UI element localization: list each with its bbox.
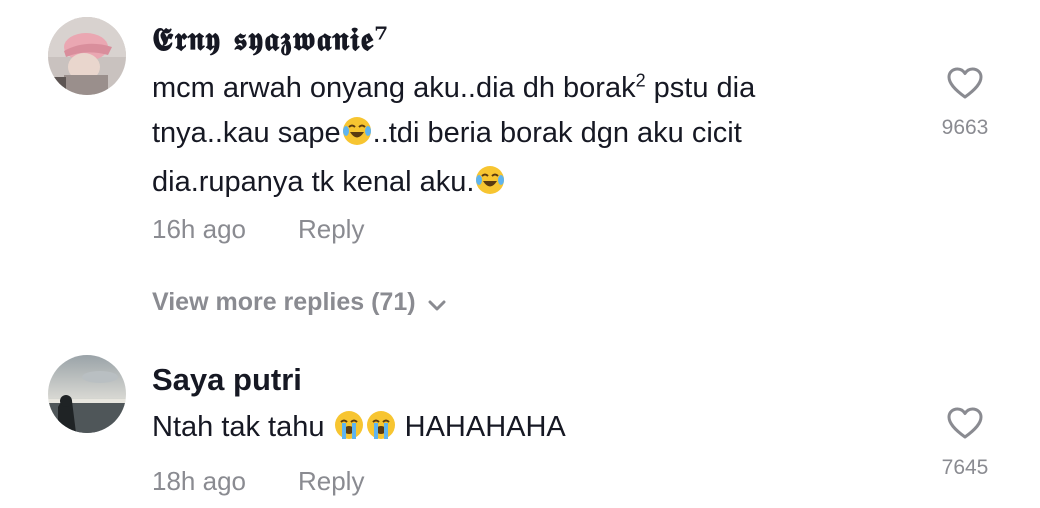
- comment-username[interactable]: 𝕰𝖗𝖓𝖞 𝖘𝖞𝖆𝖟𝖜𝖆𝖓𝖎𝖊⁷: [152, 20, 389, 59]
- reply-button[interactable]: Reply: [298, 214, 364, 244]
- comment-meta: 16h ago Reply: [152, 214, 364, 245]
- comment-text-segment: tnya..kau sape: [152, 117, 341, 149]
- like-button[interactable]: 9663: [920, 66, 1010, 140]
- face-with-tears-of-joy-icon: [342, 115, 372, 160]
- heart-outline-icon: [947, 67, 983, 99]
- comment-text-segment: Ntah tak tahu: [152, 411, 333, 443]
- like-button[interactable]: 7645: [920, 406, 1010, 480]
- loudly-crying-face-icon: [366, 409, 396, 454]
- view-more-replies-label: View more replies (71): [152, 288, 416, 316]
- comment-text: Ntah tak tahu HAHAHAHA: [152, 405, 852, 454]
- avatar[interactable]: [48, 355, 126, 433]
- comment-meta: 18h ago Reply: [152, 466, 364, 497]
- heart-outline-icon: [947, 407, 983, 439]
- like-count: 7645: [941, 456, 989, 479]
- comment-timestamp: 18h ago: [152, 466, 246, 496]
- comment-text-segment: ..tdi beria borak dgn aku cicit: [372, 117, 742, 149]
- loudly-crying-face-icon: [334, 409, 364, 454]
- reply-button[interactable]: Reply: [298, 466, 364, 496]
- comment-text-segment: HAHAHAHA: [396, 411, 566, 443]
- comment-username[interactable]: Saya putri: [152, 362, 302, 398]
- face-with-tears-of-joy-icon: [475, 164, 505, 209]
- chevron-down-icon: [428, 300, 446, 311]
- view-more-replies-button[interactable]: View more replies (71): [152, 288, 446, 317]
- comment-text: mcm arwah onyang aku..dia dh borak2 pstu…: [152, 66, 852, 209]
- comment-text-segment: dia.rupanya tk kenal aku.: [152, 166, 475, 198]
- avatar[interactable]: [48, 17, 126, 95]
- comment-text-segment: mcm arwah onyang aku..dia dh borak: [152, 72, 636, 104]
- like-count: 9663: [941, 116, 989, 139]
- comment-text-segment: pstu dia: [645, 72, 756, 104]
- comment-timestamp: 16h ago: [152, 214, 246, 244]
- comment-text-superscript: 2: [635, 70, 646, 91]
